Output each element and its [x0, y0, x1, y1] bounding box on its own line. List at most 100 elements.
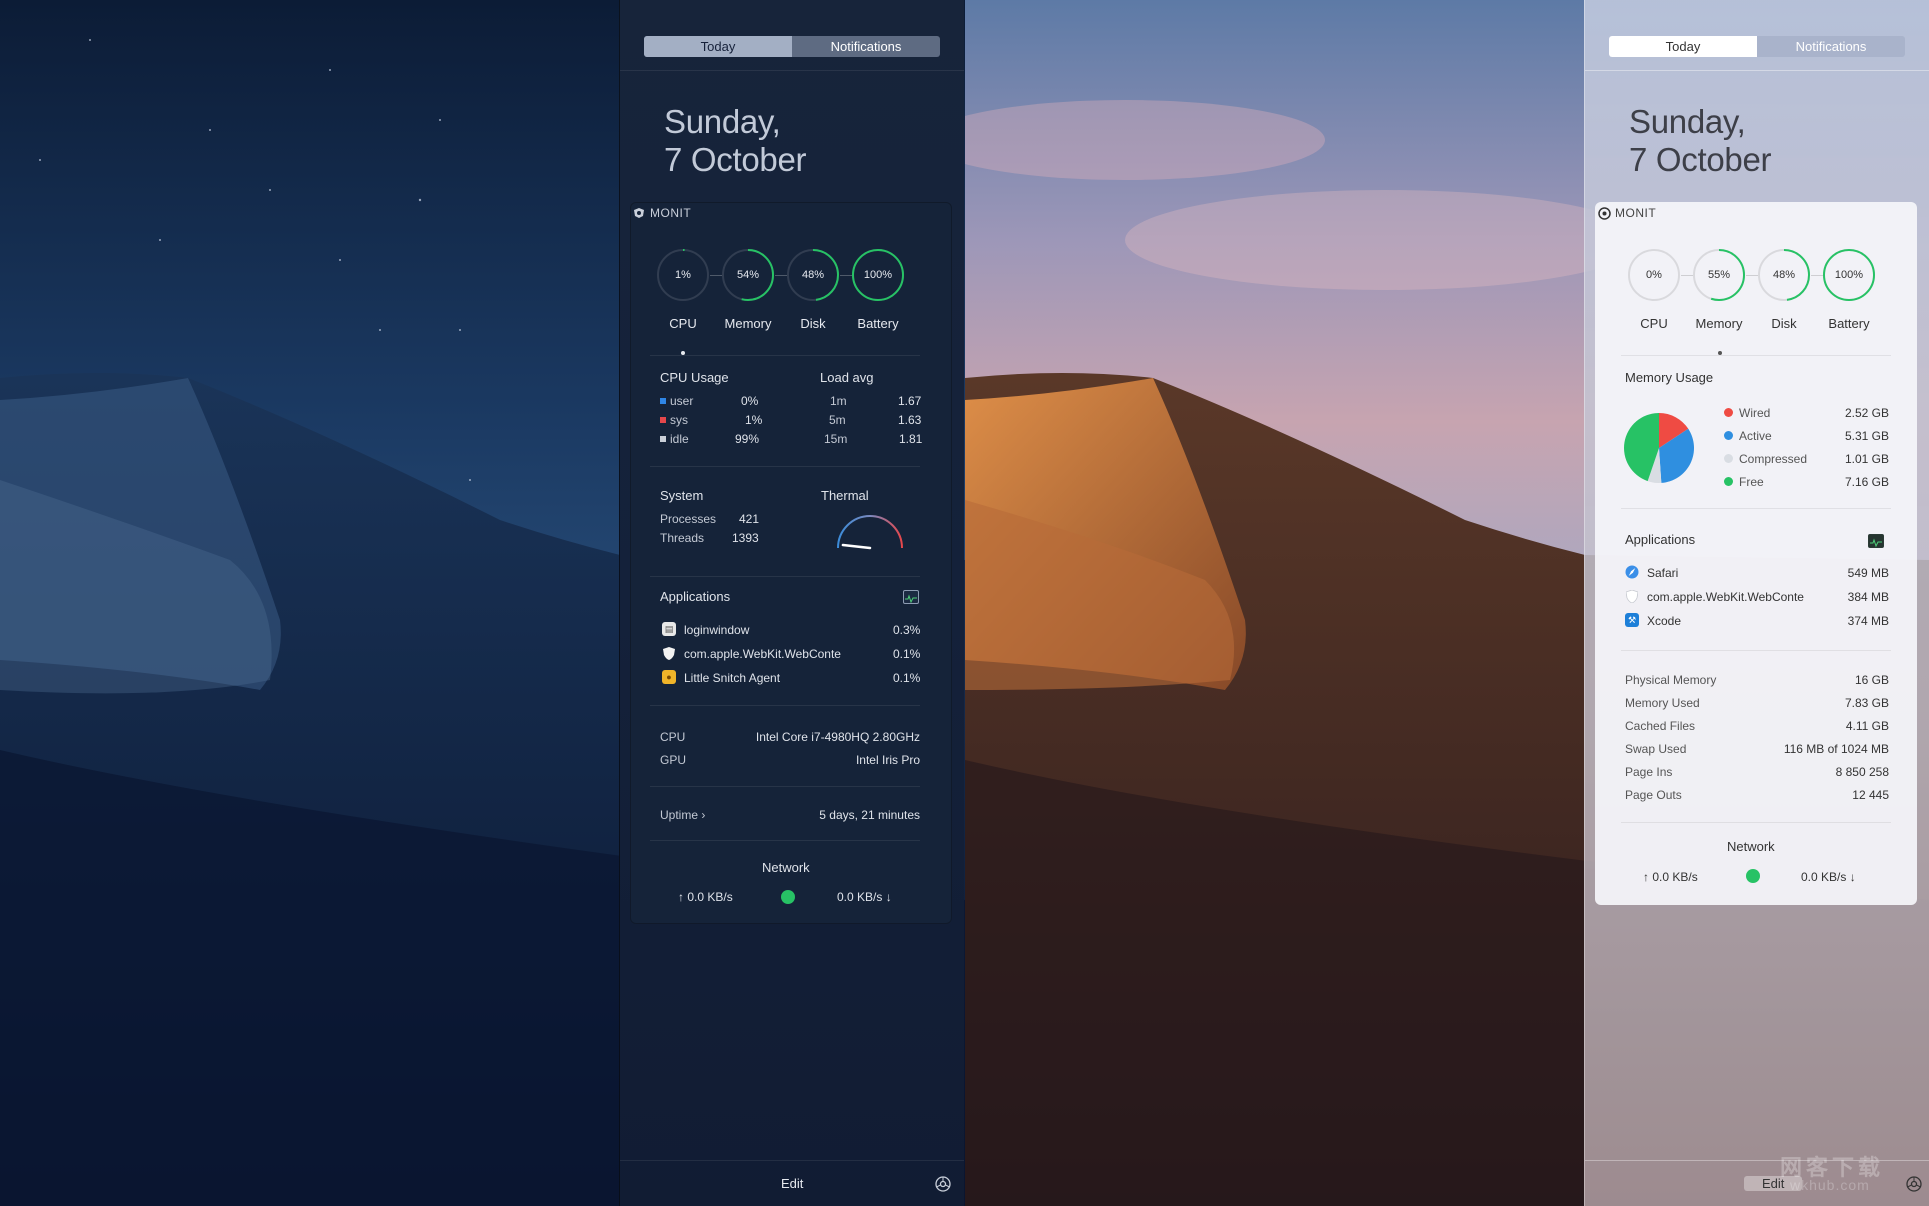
battery-gauge-label: Battery: [1828, 316, 1870, 331]
cpu-sys-label: sys: [670, 413, 688, 427]
app-name-webkit: com.apple.WebKit.WebConte: [684, 647, 841, 661]
swap-used-value: 116 MB of 1024 MB: [1783, 742, 1889, 756]
memory-gauge-value: 55%: [1707, 269, 1731, 281]
compressed-label: Compressed: [1739, 452, 1808, 466]
load-avg-title: Load avg: [820, 370, 874, 385]
active-swatch: [1724, 431, 1733, 440]
compressed-value: 1.01 GB: [1844, 452, 1889, 466]
tab-notifications[interactable]: Notifications: [1757, 36, 1905, 57]
divider: [1585, 70, 1929, 71]
tab-today[interactable]: Today: [1609, 36, 1757, 57]
date-day: 7 October: [1629, 141, 1772, 178]
loginwindow-icon: ▤: [662, 622, 676, 636]
cpu-gauge[interactable]: 1%: [656, 248, 710, 302]
battery-gauge-label: Battery: [857, 316, 899, 331]
disk-gauge[interactable]: 48%: [786, 248, 840, 302]
page-outs-label: Page Outs: [1625, 788, 1682, 802]
load-15m-value: 1.81: [899, 432, 923, 446]
date-day: 7 October: [664, 141, 807, 178]
memory-used-label: Memory Used: [1625, 696, 1700, 710]
memory-gauge[interactable]: 54%: [721, 248, 775, 302]
cpu-idle-label: idle: [670, 432, 689, 446]
network-title: Network: [1727, 839, 1775, 854]
app-name-xcode: Xcode: [1647, 614, 1682, 628]
battery-gauge-value: 100%: [1834, 269, 1864, 281]
cpu-user-label: user: [670, 394, 694, 408]
divider: [620, 1160, 964, 1161]
free-value: 7.16 GB: [1844, 475, 1889, 489]
settings-gear-icon[interactable]: [934, 1175, 952, 1193]
date-weekday: Sunday,: [664, 103, 781, 140]
network-title: Network: [762, 860, 810, 875]
wired-label: Wired: [1739, 406, 1771, 420]
network-status-dot: [781, 890, 795, 904]
physical-memory-value: 16 GB: [1854, 673, 1889, 687]
edit-button[interactable]: Edit: [781, 1176, 803, 1191]
little-snitch-icon: ●: [662, 670, 676, 684]
compressed-swatch: [1724, 454, 1733, 463]
network-status-dot: [1746, 869, 1760, 883]
memory-gauge[interactable]: 55%: [1692, 248, 1746, 302]
load-15m-label: 15m: [824, 432, 848, 446]
notification-center-light: Today Notifications Sunday, 7 October MO…: [1584, 0, 1929, 1206]
battery-gauge[interactable]: 100%: [1822, 248, 1876, 302]
uptime-value: 5 days, 21 minutes: [819, 808, 920, 822]
cpu-gauge[interactable]: 0%: [1627, 248, 1681, 302]
threads-value: 1393: [732, 531, 759, 545]
swap-used-label: Swap Used: [1625, 742, 1687, 756]
network-download: 0.0 KB/s ↓: [837, 890, 892, 904]
cpu-model-value: Intel Core i7-4980HQ 2.80GHz: [755, 730, 920, 744]
shield-icon: [662, 646, 676, 660]
divider: [1621, 355, 1891, 356]
xcode-icon: ⚒: [1625, 613, 1639, 627]
safari-icon: [1625, 565, 1639, 579]
cpu-gauge-value: 1%: [675, 269, 691, 281]
free-swatch: [1724, 477, 1733, 486]
physical-memory-label: Physical Memory: [1625, 673, 1717, 687]
app-name-little-snitch: Little Snitch Agent: [684, 671, 781, 685]
thermal-gauge: [837, 515, 903, 550]
shield-icon: [1625, 589, 1639, 603]
memory-pie-chart: [1624, 413, 1694, 483]
uptime-link[interactable]: Uptime ›: [660, 808, 705, 822]
load-1m-value: 1.67: [898, 394, 922, 408]
activity-monitor-icon[interactable]: [903, 590, 919, 604]
tab-today[interactable]: Today: [644, 36, 792, 57]
segmented-control: Today Notifications: [644, 36, 940, 57]
divider: [650, 576, 920, 577]
divider: [1621, 508, 1891, 509]
disk-gauge[interactable]: 48%: [1757, 248, 1811, 302]
network-upload: ↑ 0.0 KB/s: [1643, 870, 1698, 884]
date-heading: Sunday, 7 October: [664, 103, 807, 179]
widget-title: MONIT: [1615, 206, 1657, 220]
battery-gauge[interactable]: 100%: [851, 248, 905, 302]
watermark-url: wkhub.com: [1790, 1177, 1870, 1193]
memory-usage-title: Memory Usage: [1625, 370, 1714, 385]
applications-title: Applications: [1625, 532, 1696, 547]
gpu-model-value: Intel Iris Pro: [855, 753, 920, 767]
page-outs-value: 12 445: [1852, 788, 1889, 802]
app-value-loginwindow: 0.3%: [893, 623, 921, 637]
tab-notifications[interactable]: Notifications: [792, 36, 940, 57]
page-ins-label: Page Ins: [1625, 765, 1673, 779]
gpu-model-label: GPU: [660, 753, 687, 767]
cpu-usage-title: CPU Usage: [660, 370, 729, 385]
active-label: Active: [1739, 429, 1772, 443]
activity-monitor-icon[interactable]: [1868, 534, 1884, 548]
load-5m-label: 5m: [829, 413, 846, 427]
battery-gauge-value: 100%: [863, 269, 893, 281]
sys-swatch: [660, 417, 666, 423]
settings-gear-icon[interactable]: [1905, 1175, 1923, 1193]
app-name-webkit: com.apple.WebKit.WebConte: [1647, 590, 1804, 604]
network-download: 0.0 KB/s ↓: [1801, 870, 1856, 884]
app-name-safari: Safari: [1647, 566, 1679, 580]
app-value-little-snitch: 0.1%: [893, 671, 921, 685]
date-weekday: Sunday,: [1629, 103, 1746, 140]
cpu-user-value: 0%: [741, 394, 759, 408]
user-swatch: [660, 398, 666, 404]
cached-files-value: 4.11 GB: [1845, 719, 1889, 733]
notification-center-dark: Today Notifications Sunday, 7 October MO…: [619, 0, 964, 1206]
cpu-model-label: CPU: [660, 730, 686, 744]
disk-gauge-value: 48%: [801, 269, 825, 281]
divider: [650, 355, 920, 356]
